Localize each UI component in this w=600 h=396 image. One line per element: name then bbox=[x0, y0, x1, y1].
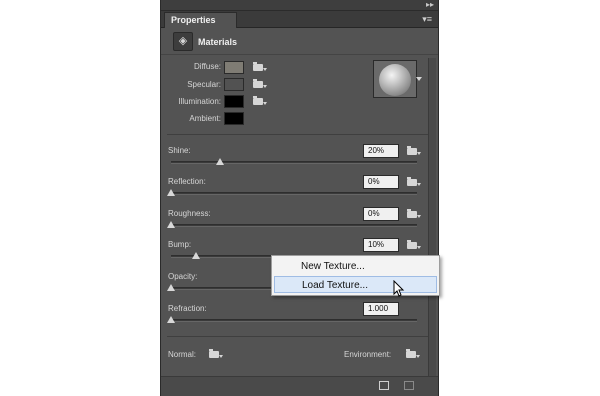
divider bbox=[167, 336, 429, 337]
roughness-texture-folder-icon[interactable] bbox=[407, 208, 421, 220]
reset-view-icon[interactable] bbox=[379, 381, 389, 390]
roughness-value-field[interactable]: 0% bbox=[363, 207, 399, 221]
panel-top-strip: ▸▸ bbox=[161, 0, 438, 11]
menu-item-new-texture[interactable]: New Texture... bbox=[274, 258, 437, 275]
texture-context-menu: New Texture... Load Texture... bbox=[271, 255, 440, 296]
bump-slider-thumb[interactable] bbox=[191, 252, 200, 259]
page-title: Materials bbox=[198, 37, 238, 47]
scrollbar[interactable] bbox=[428, 58, 436, 376]
roughness-label: Roughness: bbox=[168, 209, 211, 218]
divider bbox=[167, 134, 429, 135]
menu-item-load-texture[interactable]: Load Texture... bbox=[274, 276, 437, 293]
specular-label: Specular: bbox=[187, 80, 221, 89]
panel-footer bbox=[161, 376, 438, 396]
normal-label: Normal: bbox=[168, 350, 197, 359]
specular-texture-folder-icon[interactable] bbox=[253, 78, 267, 90]
refraction-value-field[interactable]: 1.000 bbox=[363, 302, 399, 316]
diffuse-swatch[interactable] bbox=[224, 61, 244, 74]
illumination-label: Illumination: bbox=[178, 97, 221, 106]
opacity-slider-thumb[interactable] bbox=[167, 284, 175, 291]
material-sphere-icon bbox=[379, 64, 411, 96]
mouse-cursor-icon bbox=[393, 280, 405, 297]
refraction-slider-thumb[interactable] bbox=[167, 316, 175, 323]
illumination-texture-folder-icon[interactable] bbox=[253, 95, 267, 107]
ambient-swatch[interactable] bbox=[224, 112, 244, 125]
environment-label: Environment: bbox=[344, 350, 392, 359]
refraction-slider-track[interactable] bbox=[171, 319, 417, 322]
opacity-label: Opacity: bbox=[168, 272, 198, 281]
bump-texture-folder-icon[interactable] bbox=[407, 239, 421, 251]
bump-label: Bump: bbox=[168, 240, 192, 249]
bump-value-field[interactable]: 10% bbox=[363, 238, 399, 252]
trash-icon[interactable] bbox=[404, 381, 414, 390]
shine-slider-track[interactable] bbox=[171, 161, 417, 164]
normal-texture-folder-icon[interactable] bbox=[209, 348, 223, 360]
reflection-slider-track[interactable] bbox=[171, 192, 417, 195]
material-preview-picker[interactable] bbox=[373, 60, 422, 98]
illumination-swatch[interactable] bbox=[224, 95, 244, 108]
shine-slider-thumb[interactable] bbox=[216, 158, 225, 165]
reflection-label: Reflection: bbox=[168, 177, 206, 186]
materials-header: ◈ Materials bbox=[161, 28, 438, 55]
tab-bar: Properties ▾≡ bbox=[161, 11, 438, 28]
tab-properties[interactable]: Properties bbox=[164, 12, 237, 28]
environment-texture-folder-icon[interactable] bbox=[406, 348, 420, 360]
roughness-slider-track[interactable] bbox=[171, 224, 417, 227]
properties-panel: ▸▸ Properties ▾≡ ◈ Materials Diffuse: Sp… bbox=[160, 0, 439, 396]
roughness-slider-thumb[interactable] bbox=[167, 221, 175, 228]
diffuse-texture-folder-icon[interactable] bbox=[253, 61, 267, 73]
chevron-down-icon bbox=[416, 77, 422, 81]
ambient-label: Ambient: bbox=[189, 114, 221, 123]
shine-value-field[interactable]: 20% bbox=[363, 144, 399, 158]
shine-label: Shine: bbox=[168, 146, 191, 155]
collapse-icon[interactable]: ▸▸ bbox=[426, 0, 434, 10]
shine-texture-folder-icon[interactable] bbox=[407, 145, 421, 157]
panel-menu-icon[interactable]: ▾≡ bbox=[422, 13, 432, 25]
materials-icon[interactable]: ◈ bbox=[173, 32, 193, 51]
reflection-value-field[interactable]: 0% bbox=[363, 175, 399, 189]
reflection-texture-folder-icon[interactable] bbox=[407, 176, 421, 188]
reflection-slider-thumb[interactable] bbox=[167, 189, 175, 196]
specular-swatch[interactable] bbox=[224, 78, 244, 91]
diffuse-label: Diffuse: bbox=[194, 62, 221, 71]
refraction-label: Refraction: bbox=[168, 304, 207, 313]
